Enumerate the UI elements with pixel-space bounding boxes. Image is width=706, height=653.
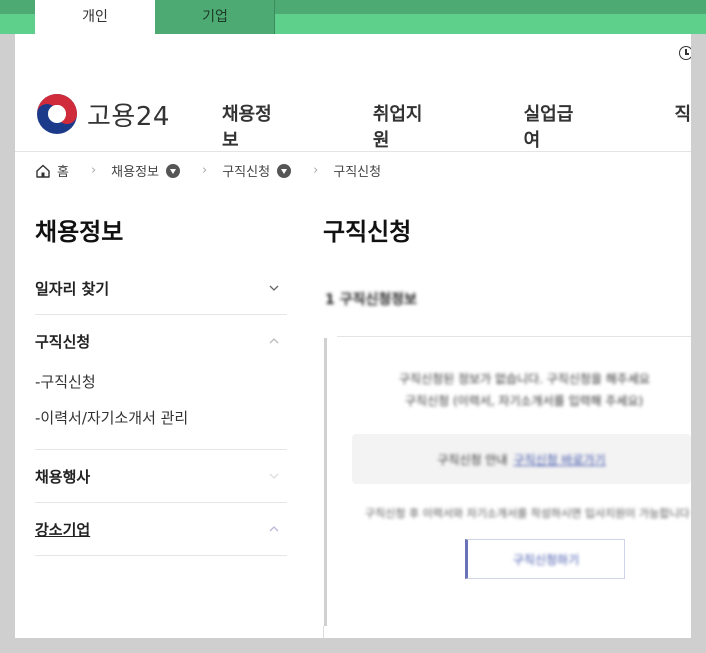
page-title: 구직신청 [323,218,412,246]
sidebar-item-small-giant[interactable]: 강소기업 [35,503,287,556]
breadcrumb-home[interactable]: 홈 [57,161,69,180]
chevron-up-icon [269,338,279,344]
chevron-up-icon [269,526,279,532]
header-divider [15,151,691,152]
chevron-down-icon [269,473,279,479]
info-link[interactable]: 구직신청 바로가기 [513,451,605,468]
sidebar-item-job-search[interactable]: 일자리 찾기 [35,262,287,315]
breadcrumb-jobs[interactable]: 채용정보 [111,161,159,180]
apply-button-label: 구직신청하기 [512,552,580,567]
logo[interactable]: 고용24 [35,92,170,136]
nav-item-unemployment-benefit[interactable]: 실업급여 [524,100,585,152]
tab-personal[interactable]: 개인 [35,0,155,34]
info-box: 구직신청 안내 구직신청 바로가기 [352,434,691,484]
empty-message-detail: 구직신청 (이력서, 자기소개서를 입력해 주세요) [405,394,644,408]
sidebar-item-label: 채용행사 [35,467,91,486]
sidebar-title: 채용정보 [35,218,124,246]
info-text: 구직신청 안내 [437,452,508,467]
dropdown-icon[interactable] [277,163,292,178]
sidebar-subitem-resume-management[interactable]: -이력서/자기소개서 관리 [35,403,287,439]
sidebar-item-label: 구직신청 [35,332,91,351]
sidebar-subitem-job-application[interactable]: -구직신청 [35,367,287,403]
bottom-divider [323,626,324,638]
member-type-tabs: 개인 기업 [35,0,275,34]
apply-button[interactable]: 구직신청하기 [465,539,625,579]
guide-note: 구직신청 후 이력서와 자기소개서를 작성하시면 입사지원이 가능합니다 (구르… [365,507,691,520]
clock-icon[interactable] [679,46,691,60]
sidebar-menu: 일자리 찾기 구직신청 -구직신청 -이력서/자기소개서 관리 채용행사 강소기… [35,262,287,556]
nav-item-cut[interactable]: 직 [674,100,691,152]
sidebar-submenu: -구직신청 -이력서/자기소개서 관리 [35,367,287,450]
tab-divider [274,0,275,34]
nav-item-jobs[interactable]: 채용정보 [222,100,283,152]
breadcrumb-current: 구직신청 [333,165,382,180]
home-icon[interactable] [35,163,51,179]
breadcrumb: 홈 › 채용정보 › 구직신청 › 구직신청 [35,161,381,180]
tab-company[interactable]: 기업 [155,0,275,34]
breadcrumb-job-application[interactable]: 구직신청 [222,161,270,180]
sidebar-item-label: 강소기업 [35,520,91,539]
header: 고용24 채용정보 취업지원 실업급여 직 [15,74,691,152]
page: 고용24 채용정보 취업지원 실업급여 직 홈 › 채용정보 › 구직신청 › … [15,34,691,638]
sidebar-item-job-application[interactable]: 구직신청 [35,315,287,367]
logo-text: 고용24 [87,101,170,132]
empty-message: 구직신청된 정보가 없습니다. 구직신청을 해주세요 [399,372,650,386]
sidebar-item-job-fair[interactable]: 채용행사 [35,450,287,503]
sidebar-item-label: 일자리 찾기 [35,279,110,298]
nav-item-employment-support[interactable]: 취업지원 [373,100,434,152]
dropdown-icon[interactable] [166,163,181,178]
section-title: 1 구직신청정보 [325,292,417,308]
chevron-right-icon: › [90,163,97,178]
chevron-right-icon: › [202,163,208,178]
chevron-right-icon: › [313,163,319,178]
global-nav: 채용정보 취업지원 실업급여 직 [222,100,691,152]
taegeuk-logo-icon [37,94,77,134]
scrollbar[interactable] [324,338,327,626]
chevron-down-icon [269,285,279,291]
section-divider [337,336,691,337]
